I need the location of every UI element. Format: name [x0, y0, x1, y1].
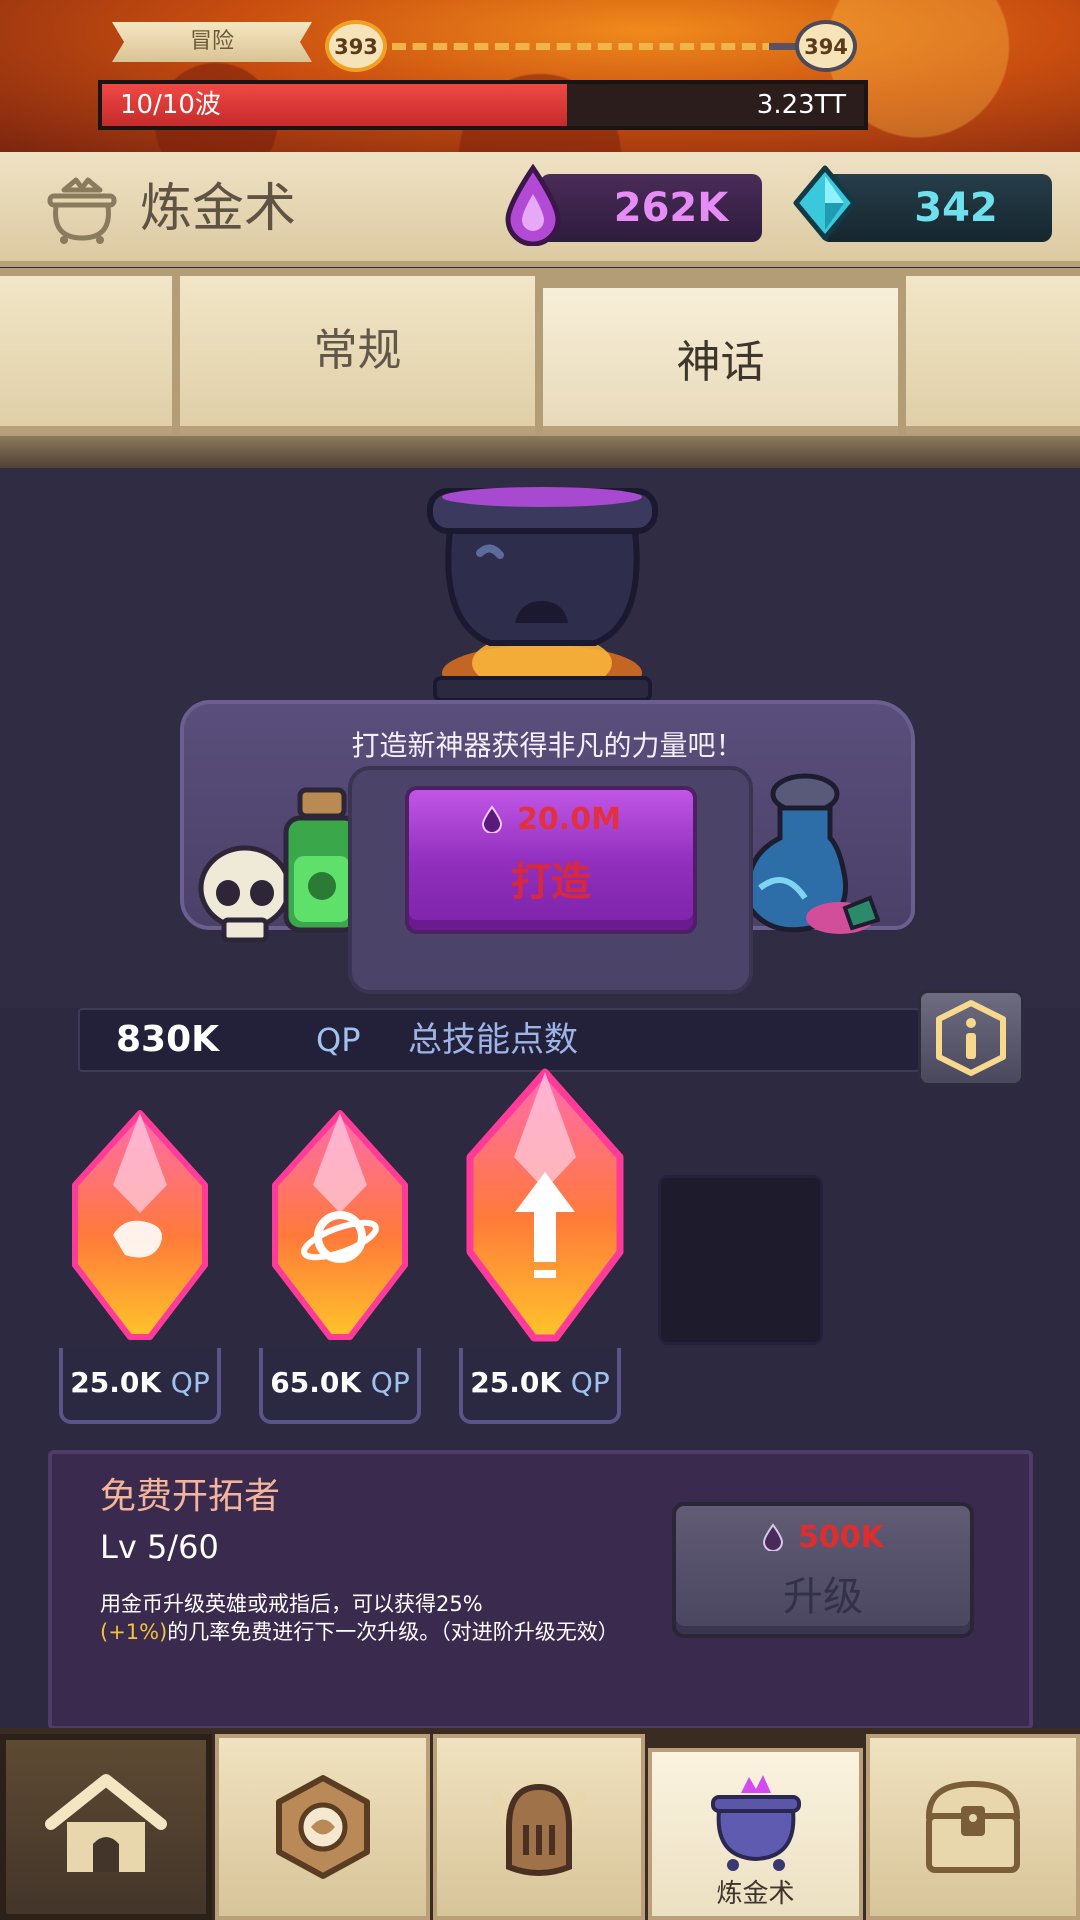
crystal-skill-3[interactable]	[450, 1062, 640, 1352]
crystal-price-unit: QP	[370, 1366, 410, 1399]
next-stage-node: 394	[795, 20, 857, 72]
skill-detail-panel: 免费开拓者 Lv 5/60 用金币升级英雄或戒指后，可以获得25% (+1%)的…	[48, 1450, 1033, 1730]
forge-button[interactable]: 20.0M 打造	[405, 786, 697, 934]
tab-mythic[interactable]: 神话	[543, 288, 898, 434]
upgrade-button-label: 升级	[783, 1574, 863, 1620]
upgrade-cost: 500K	[676, 1516, 970, 1560]
crystal-price-unit: QP	[570, 1366, 610, 1399]
tab-left-partial[interactable]	[0, 276, 172, 434]
nav-heroes[interactable]	[433, 1734, 645, 1920]
nav-alchemy-label: 炼金术	[716, 1879, 795, 1909]
cauldron-icon	[427, 487, 658, 702]
tab-right-partial[interactable]	[906, 276, 1080, 434]
skill-name: 免费开拓者	[100, 1476, 281, 1517]
scroll-icon	[72, 1110, 208, 1340]
knight-helmet-icon	[492, 1783, 586, 1876]
elixir-drop-icon	[482, 805, 503, 833]
upgrade-cost-value: 500K	[798, 1520, 884, 1555]
skill-description-highlight: (+1%)	[100, 1620, 168, 1644]
planet-icon	[272, 1110, 408, 1340]
skill-description: 用金币升级英雄或戒指后，可以获得25% (+1%)的几率免费进行下一次升级。（对…	[100, 1590, 720, 1646]
empty-crystal-slot	[658, 1175, 823, 1345]
page-header: 炼金术 262K 342	[0, 152, 1080, 267]
nav-rings[interactable]	[215, 1734, 430, 1920]
treasure-chest-icon	[925, 1780, 1021, 1873]
elixir-drop-icon	[763, 1523, 784, 1551]
alchemy-pot-icon	[47, 177, 117, 244]
crystal-price-2: 65.0K QP	[259, 1348, 421, 1424]
skill-points-unit: QP	[316, 1021, 361, 1059]
crystal-price-3: 25.0K QP	[459, 1348, 621, 1424]
cauldron-icon	[710, 1775, 801, 1872]
arrow-up-icon	[466, 1068, 624, 1342]
nav-home[interactable]	[0, 1734, 212, 1920]
gem-amount: 342	[914, 185, 998, 231]
skill-level: Lv 5/60	[100, 1528, 219, 1566]
nav-alchemy[interactable]: 炼金术	[648, 1748, 863, 1920]
crystal-skill-2[interactable]	[255, 1105, 425, 1350]
skill-points-label: 总技能点数	[408, 1020, 578, 1060]
home-icon	[45, 1774, 167, 1872]
crystal-price-value: 25.0K	[70, 1366, 162, 1399]
tab-bar: 常规 神话	[0, 268, 1080, 468]
forge-area: 打造新神器获得非凡的力量吧！ 20.0M 打造	[0, 468, 1080, 1008]
elixir-counter[interactable]: 262K	[540, 174, 762, 242]
info-button[interactable]	[918, 990, 1024, 1086]
crystal-price-unit: QP	[170, 1366, 210, 1399]
crystal-price-value: 25.0K	[470, 1366, 562, 1399]
crystal-price-value: 65.0K	[270, 1366, 362, 1399]
elixir-amount: 262K	[613, 185, 729, 231]
forge-caption: 打造新神器获得非凡的力量吧！	[351, 729, 744, 762]
crystal-skill-1[interactable]	[55, 1105, 225, 1350]
skill-description-line1: 用金币升级英雄或戒指后，可以获得25%	[100, 1592, 483, 1616]
upgrade-button[interactable]: 500K 升级	[672, 1502, 974, 1638]
bottom-nav: 炼金术	[0, 1728, 1080, 1920]
skill-points-value: 830K	[116, 1019, 220, 1060]
adventure-label[interactable]: 冒险	[112, 22, 312, 62]
enemy-hp-value: 3.23TT	[756, 90, 846, 120]
info-icon	[936, 1000, 1006, 1076]
forge-button-label: 打造	[511, 859, 591, 905]
adventure-bar: 冒险 393 394 10/10波 3.23TT	[0, 0, 1080, 155]
gem-icon	[793, 165, 857, 241]
ring-icon	[275, 1775, 370, 1879]
skill-description-line2: 的几率免费进行下一次升级。（对进阶升级无效）	[167, 1620, 619, 1644]
current-stage-node: 393	[325, 20, 387, 72]
wave-count: 10/10波	[120, 90, 221, 120]
elixir-drop-icon	[505, 164, 561, 246]
forge-cost: 20.0M	[409, 800, 693, 840]
crystal-price-1: 25.0K QP	[59, 1348, 221, 1424]
nav-chest[interactable]	[866, 1734, 1080, 1920]
forge-cost-value: 20.0M	[517, 802, 621, 837]
wave-progress-bar: 10/10波 3.23TT	[98, 80, 868, 130]
tab-regular[interactable]: 常规	[180, 276, 535, 434]
page-title: 炼金术	[140, 179, 297, 239]
stage-progress-track	[392, 43, 797, 50]
